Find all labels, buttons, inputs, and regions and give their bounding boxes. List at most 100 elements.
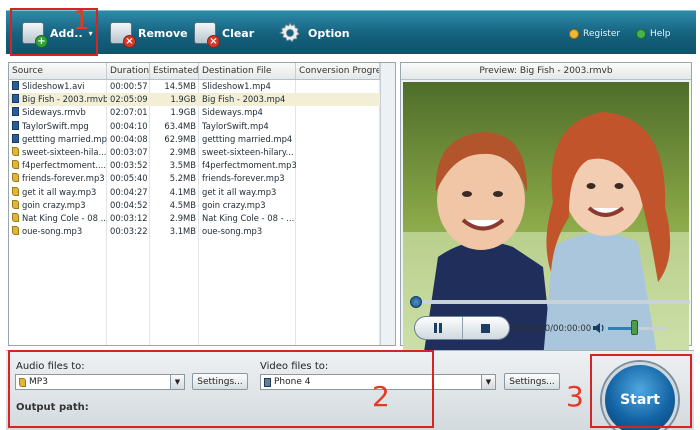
progress-cell — [296, 225, 380, 238]
source-cell: friends-forever.mp3 — [9, 172, 107, 185]
help-link[interactable]: Help — [636, 29, 671, 39]
clear-button[interactable]: × Clear — [194, 17, 254, 49]
seek-bar[interactable] — [414, 300, 690, 304]
duration-cell: 00:03:22 — [110, 226, 148, 237]
duration-cell: 00:03:52 — [110, 160, 148, 171]
pause-button[interactable] — [415, 317, 462, 339]
progress-cell — [296, 172, 380, 185]
annotation-box-2 — [8, 350, 434, 428]
table-row[interactable]: Slideshow1.avi 00:00:57 14.5MB Slideshow1.m… — [9, 80, 381, 93]
column-source[interactable]: Source — [9, 63, 107, 79]
column-conversion-progress[interactable]: Conversion Progress — [296, 63, 380, 79]
destination-cell: sweet-sixteen-hilary... — [202, 146, 294, 157]
size-cell: 5.2MB — [169, 173, 196, 184]
annotation-number-3: 3 — [566, 380, 584, 413]
destination-cell: Slideshow1.mp4 — [202, 81, 271, 91]
annotation-number-1: 1 — [73, 6, 90, 36]
destination-cell: goin crazy.mp3 — [202, 199, 266, 210]
table-row[interactable]: goin crazy.mp3 00:04:52 4.5MB goin crazy.mp… — [9, 199, 381, 212]
source-cell: get it all way.mp3 — [9, 186, 107, 199]
seek-handle[interactable] — [410, 296, 422, 308]
stop-button[interactable] — [461, 317, 510, 339]
table-row[interactable]: oue-song.mp3 00:03:22 3.1MB oue-song.mp3 — [9, 225, 381, 238]
progress-cell — [296, 106, 380, 119]
progress-cell — [296, 186, 380, 199]
source-cell: f4perfectmoment.... — [9, 159, 107, 172]
size-cell: 63.4MB — [164, 120, 196, 131]
annotation-number-2: 2 — [372, 380, 390, 413]
option-button[interactable]: Option — [278, 17, 350, 49]
progress-cell — [296, 199, 380, 212]
help-icon — [636, 29, 646, 39]
progress-cell — [296, 146, 380, 159]
chevron-down-icon: ▼ — [481, 375, 495, 389]
progress-cell — [296, 120, 380, 133]
source-cell: gettting married.mp4 — [9, 133, 107, 146]
destination-cell: f4perfectmoment.mp3 — [202, 160, 296, 171]
destination-cell: TaylorSwift.mp4 — [202, 120, 269, 131]
remove-button[interactable]: × Remove — [110, 17, 188, 49]
progress-cell — [296, 159, 380, 172]
annotation-box-3 — [590, 354, 692, 428]
column-destination-file[interactable]: Destination File — [199, 63, 296, 79]
source-cell: goin crazy.mp3 — [9, 199, 107, 212]
pause-icon — [434, 323, 443, 333]
table-row[interactable]: TaylorSwift.mpg 00:04:10 63.4MB TaylorSwift… — [9, 120, 381, 133]
column-duration[interactable]: Duration — [107, 63, 150, 79]
size-cell: 1.9GB — [170, 107, 196, 118]
size-cell: 4.1MB — [169, 186, 196, 197]
video-settings-button[interactable]: Settings... — [504, 373, 560, 390]
destination-cell: Sideways.mp4 — [202, 107, 263, 118]
audio-file-icon — [12, 160, 19, 170]
table-row[interactable]: Nat King Cole - 08 ... 00:03:12 2.9MB Nat K… — [9, 212, 381, 225]
destination-cell: Nat King Cole - 08 - ... — [202, 212, 295, 223]
source-cell: Big Fish - 2003.rmvb — [9, 93, 107, 106]
size-cell: 3.5MB — [169, 160, 196, 171]
file-list-scrollbar[interactable] — [380, 63, 395, 345]
audio-file-icon — [12, 212, 19, 222]
table-row[interactable]: f4perfectmoment.... 00:03:52 3.5MB f4perfec… — [9, 159, 381, 172]
video-file-icon — [12, 107, 19, 117]
size-cell: 3.1MB — [169, 226, 196, 237]
duration-cell: 00:04:08 — [110, 133, 148, 144]
audio-file-icon — [12, 146, 19, 156]
file-list-header: Source Duration Estimated... Destination… — [9, 63, 395, 80]
table-row[interactable]: sweet-sixteen-hila... 00:03:07 2.9MB sweet-… — [9, 146, 381, 159]
duration-cell: 00:04:10 — [110, 120, 148, 131]
column-estimated-size[interactable]: Estimated... — [150, 63, 199, 79]
stop-icon — [481, 323, 491, 333]
duration-cell: 00:00:57 — [110, 81, 148, 91]
table-row[interactable]: gettting married.mp4 00:04:08 62.9MB gettti… — [9, 133, 381, 146]
size-cell: 4.5MB — [169, 199, 196, 210]
source-cell: oue-song.mp3 — [9, 225, 107, 238]
toolbar: + Add.. ▾ × Remove × Clear Option Regist… — [6, 10, 696, 54]
file-list[interactable]: Source Duration Estimated... Destination… — [8, 62, 396, 346]
audio-file-icon — [12, 186, 19, 196]
playback-controls — [414, 316, 510, 340]
progress-cell — [296, 212, 380, 225]
duration-cell: 00:04:52 — [110, 199, 148, 210]
table-row[interactable]: get it all way.mp3 00:04:27 4.1MB get it al… — [9, 186, 381, 199]
key-icon — [569, 29, 579, 39]
table-row[interactable]: Big Fish - 2003.rmvb 02:05:09 1.9GB Big Fis… — [9, 93, 381, 107]
gear-icon — [279, 22, 300, 43]
volume-icon[interactable] — [592, 322, 606, 334]
volume-handle[interactable] — [631, 320, 639, 335]
playback-time: 00:00:00/00:00:00 — [512, 324, 592, 334]
table-row[interactable]: Sideways.rmvb 02:07:01 1.9GB Sideways.mp4 — [9, 106, 381, 119]
destination-cell: friends-forever.mp3 — [202, 173, 285, 184]
preview-title: Preview: Big Fish - 2003.rmvb — [401, 63, 691, 80]
register-link[interactable]: Register — [569, 29, 620, 39]
duration-cell: 00:03:07 — [110, 146, 148, 157]
size-cell: 1.9GB — [170, 94, 196, 105]
size-cell: 2.9MB — [169, 212, 196, 223]
duration-cell: 00:04:27 — [110, 186, 148, 197]
size-cell: 62.9MB — [164, 133, 196, 144]
audio-file-icon — [12, 199, 19, 209]
destination-cell: get it all way.mp3 — [202, 186, 277, 197]
table-row[interactable]: friends-forever.mp3 00:05:40 5.2MB friends-… — [9, 172, 381, 185]
source-cell: sweet-sixteen-hila... — [9, 146, 107, 159]
duration-cell: 02:07:01 — [110, 107, 148, 118]
progress-cell — [296, 80, 380, 93]
video-file-icon — [12, 120, 19, 130]
